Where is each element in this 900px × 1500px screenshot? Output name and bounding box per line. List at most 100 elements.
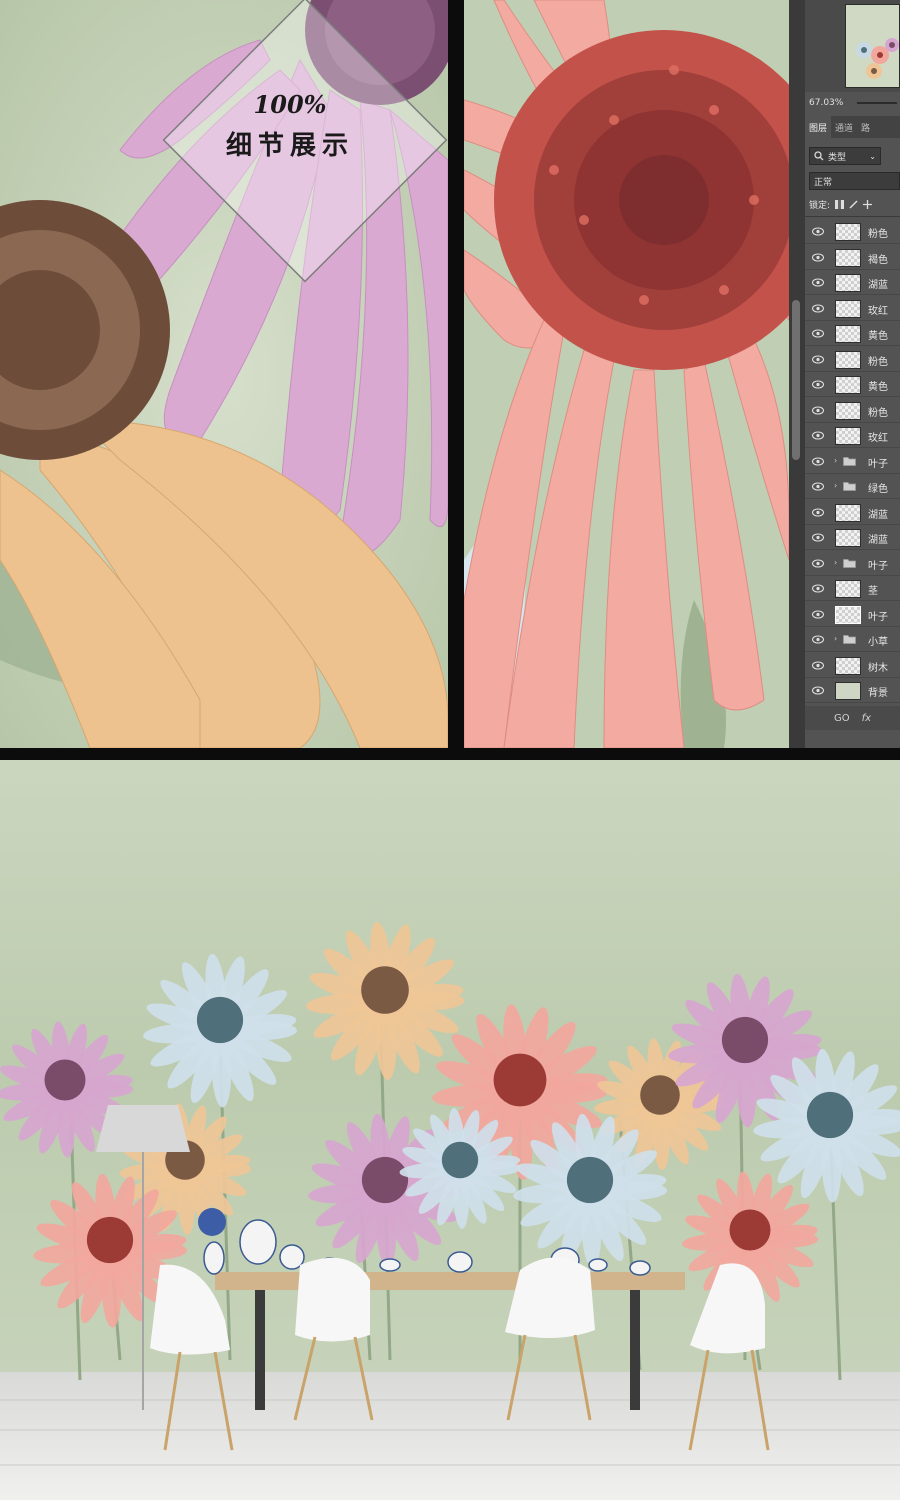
tab-channels[interactable]: 通道 <box>831 116 857 138</box>
eye-icon[interactable] <box>812 482 824 491</box>
layer-name: 绿色 <box>868 484 888 495</box>
eye-icon[interactable] <box>812 227 824 236</box>
eye-icon[interactable] <box>812 558 824 568</box>
layer-thumbnail <box>835 427 861 445</box>
panel-bottom-bar: GO fx <box>805 706 900 730</box>
layer-thumbnail <box>835 529 861 547</box>
layer-name: 粉色 <box>868 229 888 240</box>
blend-mode-select[interactable]: 正常 <box>809 172 900 190</box>
room-mockup-artwork <box>0 760 900 1500</box>
layer-name: 叶子 <box>868 611 888 623</box>
layer-row[interactable]: 背景 <box>805 679 900 703</box>
layer-name: 叶子 <box>868 458 888 470</box>
folder-icon <box>843 635 856 644</box>
layer-row[interactable]: 黄色 <box>805 322 900 346</box>
lock-transparent-pixels-icon[interactable] <box>835 199 845 209</box>
brush-icon[interactable] <box>849 199 858 209</box>
tab-paths[interactable]: 路 <box>857 116 874 138</box>
eye-icon[interactable] <box>812 533 824 542</box>
zoom-slider[interactable] <box>857 102 897 104</box>
layer-row[interactable]: 玫红 <box>805 424 900 448</box>
fx-icon[interactable]: fx <box>862 713 871 724</box>
eye-icon[interactable] <box>812 660 824 670</box>
panel-scrollbar-thumb[interactable] <box>792 300 800 460</box>
layer-name: 粉色 <box>868 356 888 368</box>
chevron-right-icon[interactable]: › <box>834 456 837 465</box>
search-icon <box>814 151 824 161</box>
layer-list: 粉色 褐色 湖蓝 玫红 黄色 粉色 黄色 粉色 玫红 › 叶子 › 绿色 湖蓝 湖蓝 › 叶子茎叶子 › 小草 树木背… <box>805 220 900 706</box>
layer-name: 树木 <box>868 662 888 674</box>
layer-row[interactable]: 粉色 <box>805 399 900 423</box>
eye-icon[interactable] <box>812 354 824 364</box>
layer-thumbnail <box>835 401 861 420</box>
chevron-right-icon[interactable]: › <box>834 558 837 567</box>
eye-icon[interactable] <box>812 380 824 389</box>
eye-icon[interactable] <box>812 303 824 313</box>
layer-row[interactable]: › 叶子 <box>805 552 900 576</box>
layer-row[interactable]: 湖蓝 <box>805 526 900 550</box>
layer-row[interactable]: › 绿色 <box>805 475 900 499</box>
layer-row[interactable]: 黄色 <box>805 373 900 397</box>
layer-row[interactable]: 树木 <box>805 654 900 678</box>
layer-name: 玫红 <box>868 433 888 444</box>
layer-thumbnail <box>835 274 861 292</box>
navigator-area <box>805 0 900 92</box>
chevron-down-icon: ⌄ <box>869 151 876 161</box>
layer-filter-select[interactable]: 类型 ⌄ <box>809 147 881 165</box>
layer-filter-label: 类型 <box>828 152 847 163</box>
lock-row: 锁定: <box>809 196 900 212</box>
eye-icon[interactable] <box>812 252 824 262</box>
panel-content: 67.03% 图层 通道 路 类型 ⌄ 正常 锁定: 粉色 褐色 湖蓝 玫红 黄色 粉色黄… <box>805 0 900 748</box>
layer-row[interactable]: 茎 <box>805 577 900 601</box>
chevron-right-icon[interactable]: › <box>834 634 837 643</box>
detail-crop-right-artwork <box>464 0 789 748</box>
layer-name: 湖蓝 <box>868 535 888 546</box>
eye-icon[interactable] <box>812 431 824 440</box>
zoom-row: 67.03% <box>805 94 900 112</box>
eye-icon[interactable] <box>812 584 824 593</box>
layer-row[interactable]: 褐色 <box>805 246 900 270</box>
eye-icon[interactable] <box>812 609 824 619</box>
detail-label: 100% 细节展示 <box>200 90 380 162</box>
chevron-right-icon[interactable]: › <box>834 481 837 490</box>
layer-thumbnail <box>835 656 861 675</box>
layer-row[interactable]: 粉色 <box>805 348 900 372</box>
layer-name: 茎 <box>868 586 878 597</box>
layer-row[interactable]: 玫红 <box>805 297 900 321</box>
navigator-thumbnail[interactable] <box>845 4 900 88</box>
folder-icon <box>843 558 856 568</box>
layer-row[interactable]: › 小草 <box>805 628 900 652</box>
layer-name: 背景 <box>868 688 888 699</box>
layer-row[interactable]: 湖蓝 <box>805 501 900 525</box>
panel-tabs: 图层 通道 路 <box>805 116 900 138</box>
photoshop-layers-panel: 67.03% 图层 通道 路 类型 ⌄ 正常 锁定: 粉色 褐色 湖蓝 玫红 黄色 粉色黄… <box>789 0 900 748</box>
layer-thumbnail <box>835 605 861 624</box>
eye-icon[interactable] <box>812 635 824 644</box>
panel-scrollbar[interactable] <box>789 0 805 748</box>
tab-layers[interactable]: 图层 <box>805 116 832 138</box>
detail-percent-text: 100% <box>253 90 327 119</box>
zoom-level[interactable]: 67.03% <box>809 98 843 108</box>
eye-icon[interactable] <box>812 278 824 287</box>
layer-row[interactable]: 叶子 <box>805 603 900 627</box>
layer-row[interactable]: › 叶子 <box>805 450 900 474</box>
detail-crop-right <box>464 0 789 748</box>
move-icon[interactable] <box>863 199 873 209</box>
layer-row[interactable]: 湖蓝 <box>805 271 900 295</box>
layer-thumbnail <box>835 299 861 318</box>
layer-thumbnail <box>835 223 861 241</box>
eye-icon[interactable] <box>812 456 824 466</box>
eye-icon[interactable] <box>812 507 824 517</box>
layer-row[interactable]: 粉色 <box>805 220 900 244</box>
eye-icon[interactable] <box>812 405 824 415</box>
eye-icon[interactable] <box>812 329 824 338</box>
layer-name: 黄色 <box>868 382 888 393</box>
layer-name: 粉色 <box>868 407 888 419</box>
divider-vertical <box>448 0 464 750</box>
layer-name: 湖蓝 <box>868 509 888 521</box>
link-layers-icon[interactable]: GO <box>834 713 850 724</box>
eye-icon[interactable] <box>812 686 824 695</box>
layer-thumbnail <box>835 248 861 267</box>
panel-divider <box>805 216 900 217</box>
layer-thumbnail <box>835 503 861 522</box>
